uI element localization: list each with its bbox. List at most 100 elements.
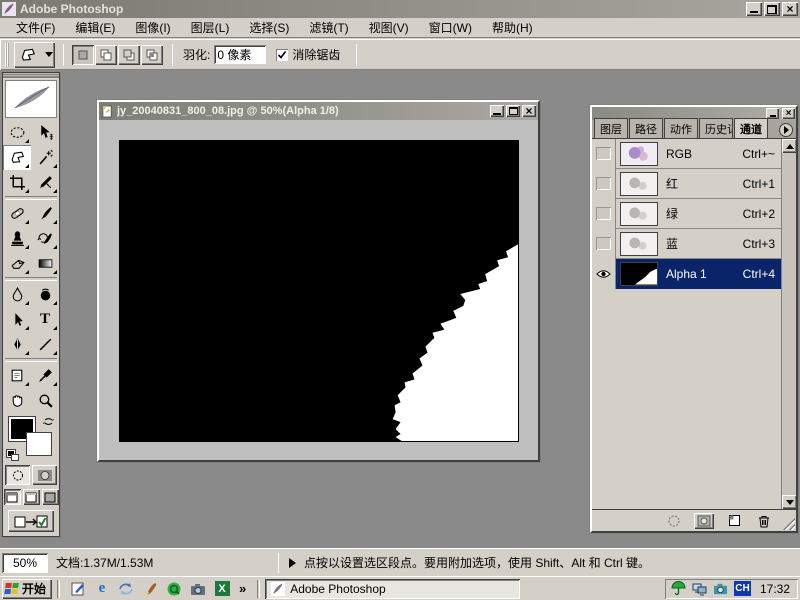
- zoom-level-field[interactable]: 50%: [2, 553, 48, 573]
- menu-window[interactable]: 窗口(W): [419, 17, 482, 38]
- menu-help[interactable]: 帮助(H): [482, 17, 543, 38]
- tool-brush[interactable]: [31, 201, 59, 226]
- visibility-toggle[interactable]: [592, 229, 616, 259]
- quicktime-icon[interactable]: [165, 580, 183, 598]
- tab-channels[interactable]: 通道: [734, 118, 768, 138]
- camera-icon[interactable]: [189, 580, 207, 598]
- jump-to-imageready-button[interactable]: [8, 510, 54, 532]
- standard-screen-button[interactable]: [4, 489, 21, 505]
- umbrella-antivirus-icon[interactable]: [671, 581, 687, 597]
- document-titlebar[interactable]: jy_20040831_800_08.jpg @ 50%(Alpha 1/8) …: [99, 102, 538, 120]
- save-selection-button[interactable]: [694, 513, 714, 529]
- menu-layer[interactable]: 图层(L): [181, 17, 240, 38]
- tool-line[interactable]: [31, 332, 59, 357]
- menu-view[interactable]: 视图(V): [359, 17, 419, 38]
- palette-resize-grip[interactable]: [783, 518, 795, 530]
- tray-camera-icon[interactable]: [713, 581, 729, 597]
- tool-burn[interactable]: [31, 282, 59, 307]
- menu-edit[interactable]: 编辑(E): [65, 17, 125, 38]
- channel-row-rgb[interactable]: RGB Ctrl+~: [592, 139, 796, 169]
- selection-mode-intersect-button[interactable]: [141, 45, 163, 65]
- tab-actions[interactable]: 动作: [664, 118, 698, 138]
- tool-gradient[interactable]: [31, 251, 59, 276]
- minimize-button[interactable]: [746, 2, 762, 16]
- tool-pen[interactable]: [3, 332, 31, 357]
- image-canvas[interactable]: [119, 140, 519, 442]
- channel-row-green[interactable]: 绿 Ctrl+2: [592, 199, 796, 229]
- fullscreen-button[interactable]: [42, 489, 59, 505]
- quick-mask-mode-button[interactable]: [32, 465, 57, 485]
- palette-menu-button[interactable]: [779, 123, 793, 137]
- status-arrow-icon[interactable]: [289, 558, 296, 568]
- channel-row-red[interactable]: 红 Ctrl+1: [592, 169, 796, 199]
- tool-move[interactable]: [31, 120, 59, 145]
- channel-row-alpha1[interactable]: Alpha 1 Ctrl+4: [592, 259, 796, 289]
- background-color-swatch[interactable]: [27, 433, 51, 455]
- delete-channel-button[interactable]: [754, 513, 774, 529]
- antialias-checkbox[interactable]: [276, 49, 288, 61]
- start-button[interactable]: 开始: [2, 579, 52, 599]
- palette-scrollbar[interactable]: [781, 139, 796, 509]
- menu-file[interactable]: 文件(F): [6, 17, 65, 38]
- quick-launch-overflow[interactable]: »: [237, 581, 248, 596]
- current-tool-preview[interactable]: [14, 42, 55, 68]
- scroll-up-button[interactable]: [782, 139, 796, 153]
- tool-path-select[interactable]: [3, 307, 31, 332]
- tool-zoom[interactable]: [31, 388, 59, 413]
- channel-row-blue[interactable]: 蓝 Ctrl+3: [592, 229, 796, 259]
- tab-paths[interactable]: 路径: [629, 118, 663, 138]
- selection-mode-new-button[interactable]: [72, 45, 94, 65]
- tool-preset-dropdown[interactable]: [42, 42, 55, 68]
- tray-clock[interactable]: 17:32: [756, 582, 790, 596]
- fullscreen-menubar-button[interactable]: [23, 489, 40, 505]
- document-size-indicator[interactable]: 文档:1.37M/1.53M: [48, 554, 278, 571]
- tool-hand[interactable]: [3, 388, 31, 413]
- menu-image[interactable]: 图像(I): [125, 17, 180, 38]
- menu-filter[interactable]: 滤镜(T): [299, 17, 358, 38]
- tool-crop[interactable]: [3, 170, 31, 195]
- toolbox-drag-strip[interactable]: [3, 73, 59, 78]
- feather-input[interactable]: [214, 45, 266, 64]
- new-channel-button[interactable]: [724, 513, 744, 529]
- palette-close-button[interactable]: ×: [782, 108, 795, 119]
- tool-notes[interactable]: [3, 363, 31, 388]
- visibility-toggle[interactable]: [592, 169, 616, 199]
- selection-mode-subtract-button[interactable]: [118, 45, 140, 65]
- load-selection-button[interactable]: [664, 513, 684, 529]
- outlook-express-icon[interactable]: [117, 580, 135, 598]
- tool-blur[interactable]: [3, 282, 31, 307]
- selection-mode-add-button[interactable]: [95, 45, 117, 65]
- tool-magic-wand[interactable]: [31, 145, 59, 170]
- tool-type[interactable]: T: [31, 307, 59, 332]
- tab-layers[interactable]: 图层: [594, 118, 628, 138]
- visibility-toggle[interactable]: [592, 259, 616, 289]
- paintbrush-icon[interactable]: [141, 580, 159, 598]
- photoshop-feather-logo[interactable]: [5, 80, 57, 118]
- restore-button[interactable]: [764, 2, 780, 16]
- default-colors-icon[interactable]: [7, 450, 19, 461]
- visibility-toggle[interactable]: [592, 139, 616, 169]
- tool-slice[interactable]: [31, 170, 59, 195]
- menu-select[interactable]: 选择(S): [239, 17, 299, 38]
- tool-healing-brush[interactable]: [3, 201, 31, 226]
- tool-clone-stamp[interactable]: [3, 226, 31, 251]
- doc-minimize-button[interactable]: [490, 105, 504, 117]
- input-method-indicator[interactable]: CH: [734, 581, 751, 596]
- options-grip[interactable]: [5, 43, 9, 67]
- visibility-toggle[interactable]: [592, 199, 616, 229]
- excel-icon[interactable]: X: [213, 580, 231, 598]
- tool-eraser[interactable]: [3, 251, 31, 276]
- standard-mode-button[interactable]: [5, 465, 30, 485]
- task-button-photoshop[interactable]: Adobe Photoshop: [265, 579, 520, 599]
- swap-colors-icon[interactable]: [42, 415, 55, 428]
- tool-history-brush[interactable]: [31, 226, 59, 251]
- close-button[interactable]: ×: [782, 2, 798, 16]
- doc-maximize-button[interactable]: [506, 105, 520, 117]
- internet-explorer-icon[interactable]: e: [93, 580, 111, 598]
- tool-polygonal-lasso[interactable]: [3, 145, 31, 170]
- tool-eyedropper[interactable]: [31, 363, 59, 388]
- tool-elliptical-marquee[interactable]: [3, 120, 31, 145]
- app-titlebar[interactable]: Adobe Photoshop ×: [0, 0, 800, 18]
- network-icon[interactable]: [692, 581, 708, 597]
- show-desktop-icon[interactable]: [69, 580, 87, 598]
